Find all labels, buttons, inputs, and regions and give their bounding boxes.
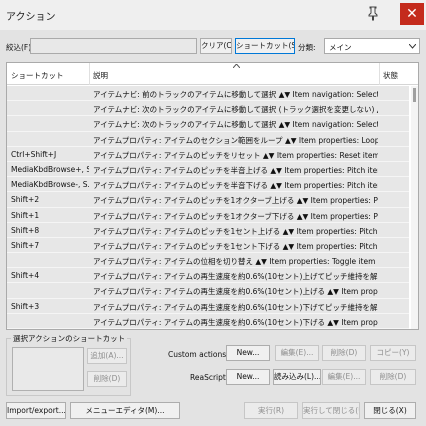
custom-new-button[interactable]: New...: [226, 345, 270, 361]
row-description: アイテムナビ: 次のトラックのアイテムに移動して選択 ▲▼ Item navig…: [93, 120, 378, 130]
table-row[interactable]: Shift+3 アイテムプロパティ: アイテムの再生速度を約0.6%(10セント)…: [7, 298, 409, 314]
scrollbar-thumb[interactable]: [413, 88, 416, 102]
table-body: アイテムナビ: 前のトラックのアイテムに移動して選択 ▲▼ Item navig…: [7, 86, 409, 329]
row-shortcut: Shift+1: [11, 210, 40, 220]
run-and-close-button[interactable]: 実行して閉じる(U): [302, 402, 360, 419]
row-description: アイテムプロパティ: アイテムのピッチを1オクターブ下げる ▲▼ Item pr…: [93, 211, 378, 221]
find-shortcut-button[interactable]: ショートカット(S)...: [235, 38, 295, 54]
table-row[interactable]: アイテムプロパティ: アイテムの位相を切り替え ▲▼ Item properti…: [7, 253, 409, 269]
reascript-load-button[interactable]: 読み込み(L)...: [273, 369, 321, 385]
column-divider[interactable]: [379, 63, 380, 85]
chevron-down-icon: [409, 44, 416, 49]
reascript-edit-button[interactable]: 編集(E)...: [322, 369, 366, 385]
column-header-state[interactable]: 状態: [383, 70, 398, 81]
table-row[interactable]: アイテムナビ: 次のトラックのアイテムに移動して選択 ▲▼ Item navig…: [7, 116, 409, 132]
row-description: アイテムプロパティ: アイテムのピッチを1セント下げる ▲▼ Item prop…: [93, 241, 378, 251]
table-header: ショートカット 説明 状態: [7, 63, 418, 85]
custom-copy-button[interactable]: コピー(Y): [370, 345, 416, 361]
shortcut-list[interactable]: [12, 347, 84, 391]
delete-shortcut-button[interactable]: 削除(D): [87, 371, 127, 387]
table-row[interactable]: Shift+1 アイテムプロパティ: アイテムのピッチを1オクターブ下げる ▲▼ …: [7, 207, 409, 223]
clear-button[interactable]: クリア(C): [200, 38, 232, 54]
table-row[interactable]: MediaKbdBrowse-, S... アイテムプロパティ: アイテムのピッチ…: [7, 177, 409, 193]
table-row[interactable]: アイテムナビ: 次のトラックのアイテムに移動して選択 (トラック選択を変更しない…: [7, 101, 409, 117]
row-description: アイテムプロパティ: アイテムの再生速度を約0.6%(10セント)下げる ▲▼ …: [93, 317, 378, 327]
row-description: アイテムプロパティ: アイテムのピッチを半音下げる ▲▼ Item proper…: [93, 181, 378, 191]
title-bar[interactable]: アクション ✕: [0, 0, 426, 30]
close-icon[interactable]: ✕: [400, 3, 424, 25]
row-description: アイテムプロパティ: アイテムの位相を切り替え ▲▼ Item properti…: [93, 257, 378, 267]
run-button[interactable]: 実行(R): [244, 402, 298, 419]
table-row[interactable]: Shift+2 アイテムプロパティ: アイテムのピッチを1オクターブ上げる ▲▼ …: [7, 192, 409, 208]
row-shortcut: Shift+7: [11, 240, 40, 250]
table-row[interactable]: アイテムプロパティ: アイテムのセクション範囲をループ ▲▼ Item prop…: [7, 131, 409, 147]
row-shortcut: Shift+4: [11, 271, 40, 281]
custom-edit-button[interactable]: 編集(E)...: [275, 345, 319, 361]
import-export-button[interactable]: Import/export...: [6, 402, 66, 419]
row-shortcut: Shift+8: [11, 225, 40, 235]
table-row[interactable]: Shift+4 アイテムプロパティ: アイテムの再生速度を約0.6%(10セント)…: [7, 268, 409, 284]
vertical-scrollbar[interactable]: [411, 86, 418, 329]
row-shortcut: MediaKbdBrowse+, S...: [11, 164, 89, 174]
row-description: アイテムプロパティ: アイテムのセクション範囲をループ ▲▼ Item prop…: [93, 135, 378, 145]
column-header-description[interactable]: 説明: [93, 70, 108, 81]
close-button[interactable]: 閉じる(X): [364, 402, 416, 419]
section-select[interactable]: メイン: [324, 38, 420, 54]
selected-shortcuts-group: 選択アクションのショートカット 追加(A)... 削除(D): [6, 333, 131, 396]
row-description: アイテムナビ: 次のトラックのアイテムに移動して選択 (トラック選択を変更しない…: [93, 105, 378, 115]
row-description: アイテムプロパティ: アイテムのピッチを1セント上げる ▲▼ Item prop…: [93, 226, 378, 236]
table-row[interactable]: アイテムプロパティ: アイテムの再生速度を約0.6%(10セント)下げる ▲▼ …: [7, 313, 409, 329]
reascript-new-button[interactable]: New...: [226, 369, 270, 385]
menu-editor-button[interactable]: メニューエディタ(M)...: [70, 402, 180, 419]
row-shortcut: Ctrl+Shift+J: [11, 149, 57, 159]
section-label: 分類:: [298, 43, 316, 52]
row-shortcut: Shift+3: [11, 301, 40, 311]
column-header-shortcut[interactable]: ショートカット: [11, 70, 64, 81]
table-row[interactable]: Shift+8 アイテムプロパティ: アイテムのピッチを1セント上げる ▲▼ It…: [7, 222, 409, 238]
row-description: アイテムプロパティ: アイテムの再生速度を約0.6%(10セント)上げてピッチ維…: [93, 272, 378, 282]
table-row[interactable]: アイテムプロパティ: アイテムの再生速度を約0.6%(10セント)上げる ▲▼ …: [7, 283, 409, 299]
row-description: アイテムプロパティ: アイテムのピッチをリセット ▲▼ Item propert…: [93, 150, 378, 160]
column-divider[interactable]: [89, 63, 90, 85]
custom-actions-label: Custom actions:: [168, 350, 229, 359]
filter-label: 絞込(F): [6, 43, 32, 52]
row-description: アイテムプロパティ: アイテムのピッチを1オクターブ上げる ▲▼ Item pr…: [93, 196, 378, 206]
section-value: メイン: [329, 43, 352, 52]
table-row[interactable]: Shift+7 アイテムプロパティ: アイテムのピッチを1セント下げる ▲▼ It…: [7, 237, 409, 254]
reascript-label: ReaScript:: [190, 373, 229, 382]
row-description: アイテムプロパティ: アイテムの再生速度を約0.6%(10セント)上げる ▲▼ …: [93, 287, 378, 297]
row-shortcut: Shift+2: [11, 195, 40, 205]
row-description: アイテムナビ: 前のトラックのアイテムに移動して選択 ▲▼ Item navig…: [93, 90, 378, 99]
window-title: アクション: [6, 12, 56, 23]
table-row[interactable]: アイテムナビ: 前のトラックのアイテムに移動して選択 ▲▼ Item navig…: [7, 86, 409, 102]
pin-icon[interactable]: [365, 5, 381, 21]
sort-ascending-icon: [233, 64, 240, 68]
filter-input[interactable]: [30, 38, 197, 54]
actions-window: アクション ✕ 絞込(F) クリア(C) ショートカット(S)... 分類: メ…: [0, 0, 426, 426]
table-row[interactable]: MediaKbdBrowse+, S... アイテムプロパティ: アイテムのピッチ…: [7, 161, 409, 178]
row-shortcut: MediaKbdBrowse-, S...: [11, 180, 89, 190]
reascript-delete-button[interactable]: 削除(D): [370, 369, 416, 385]
row-description: アイテムプロパティ: アイテムの再生速度を約0.6%(10セント)下げてピッチ維…: [93, 302, 378, 312]
row-description: アイテムプロパティ: アイテムのピッチを半音上げる ▲▼ Item proper…: [93, 165, 378, 175]
table-row[interactable]: Ctrl+Shift+J アイテムプロパティ: アイテムのピッチをリセット ▲▼ …: [7, 146, 409, 162]
custom-delete-button[interactable]: 削除(D): [322, 345, 366, 361]
add-shortcut-button[interactable]: 追加(A)...: [87, 348, 127, 364]
actions-table[interactable]: ショートカット 説明 状態 アイテムナビ: 前のトラックのアイテムに移動して選択…: [6, 62, 419, 330]
group-label: 選択アクションのショートカット: [11, 333, 128, 344]
